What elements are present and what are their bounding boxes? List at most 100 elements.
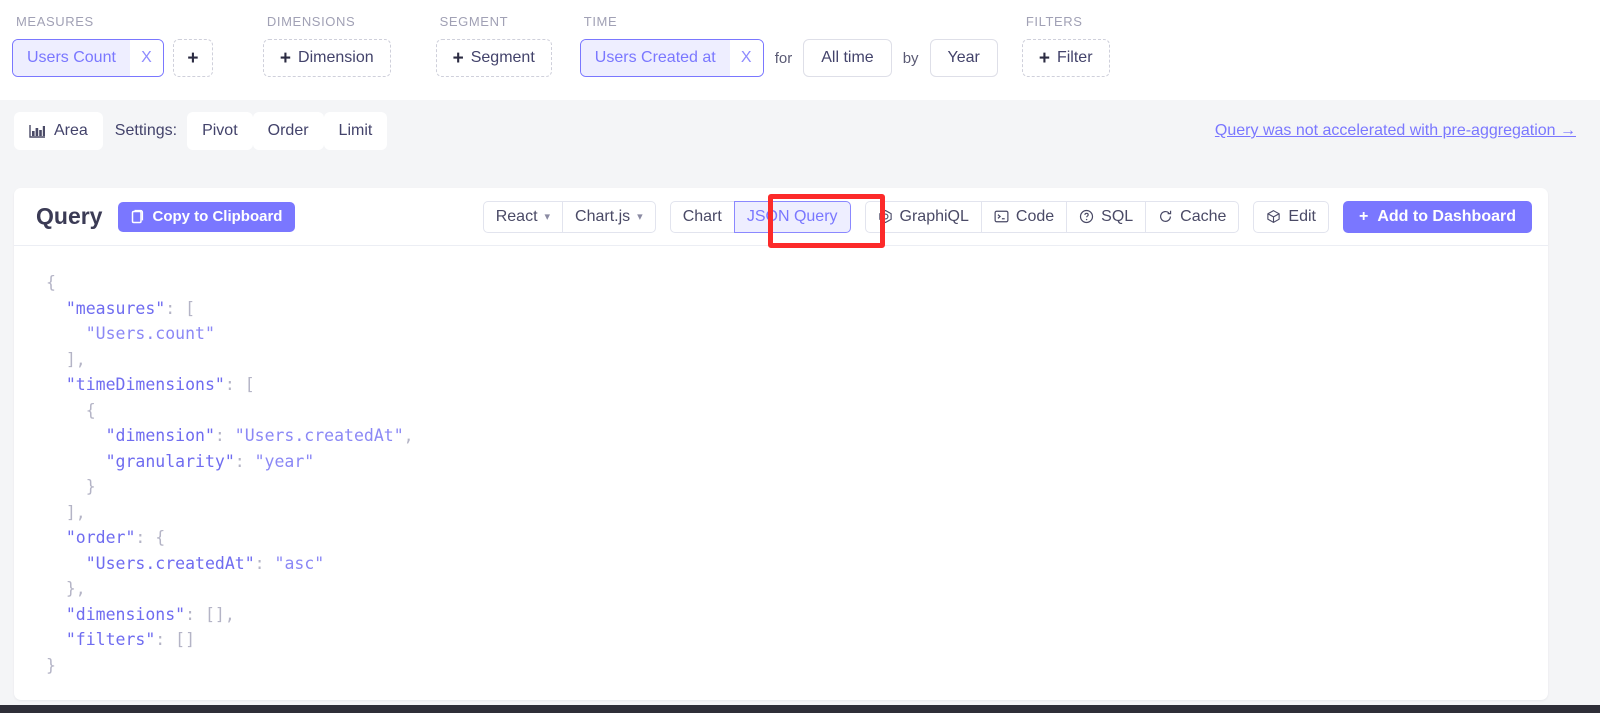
- time-pill-label: Users Created at: [580, 40, 730, 76]
- measures-label: MEASURES: [16, 14, 94, 29]
- dimensions-group: DIMENSIONS + Dimension: [262, 14, 391, 77]
- code-line: },: [46, 579, 86, 598]
- tool-tabs: GraphiQL Code SQL Cache: [864, 200, 1240, 233]
- graphiql-icon: [878, 209, 893, 224]
- code-line: "measures": [: [65, 298, 196, 318]
- charting-library-select[interactable]: Chart.js ▾: [562, 200, 656, 233]
- code-line: {: [46, 273, 56, 292]
- chart-type-button[interactable]: Area: [14, 112, 103, 150]
- add-segment-button[interactable]: + Segment: [435, 39, 552, 77]
- plus-icon: +: [1038, 47, 1050, 69]
- pivot-button[interactable]: Pivot: [187, 112, 253, 150]
- copy-button-label: Copy to Clipboard: [152, 208, 283, 225]
- framework-label: React: [495, 207, 538, 225]
- tab-json-query-label: JSON Query: [746, 207, 838, 225]
- tab-json-query[interactable]: JSON Query: [733, 200, 851, 233]
- granularity-label: Year: [947, 49, 980, 66]
- filters-label: FILTERS: [1025, 14, 1083, 29]
- chevron-down-icon: ▾: [637, 211, 643, 223]
- framework-charting-group: React ▾ Chart.js ▾: [482, 200, 656, 233]
- plus-icon: +: [279, 47, 292, 69]
- add-dimension-button[interactable]: + Dimension: [262, 39, 391, 77]
- pivot-label: Pivot: [202, 122, 238, 139]
- tab-cache-label: Cache: [1180, 207, 1227, 225]
- time-label: TIME: [583, 14, 618, 29]
- view-tabs: Chart JSON Query: [669, 200, 851, 233]
- time-pill-remove-icon[interactable]: X: [729, 40, 763, 76]
- tab-chart-label: Chart: [682, 207, 722, 225]
- code-line: "order": {: [65, 528, 166, 547]
- limit-label: Limit: [338, 122, 373, 139]
- code-line: "Users.count": [85, 324, 215, 343]
- chart-type-label: Area: [54, 122, 88, 139]
- refresh-icon: [1158, 209, 1173, 224]
- measure-pill-remove-icon[interactable]: X: [129, 40, 163, 76]
- plus-icon: +: [452, 47, 464, 69]
- plus-icon: +: [1358, 207, 1369, 225]
- segment-group: SEGMENT + Segment: [435, 14, 552, 77]
- bar-chart-icon: [29, 124, 46, 139]
- copy-to-clipboard-button[interactable]: Copy to Clipboard: [118, 201, 296, 232]
- time-range-select[interactable]: All time: [803, 39, 892, 77]
- query-card-toolbar: React ▾ Chart.js ▾ Chart JSON Query Grap…: [482, 200, 1532, 233]
- query-card: Query Copy to Clipboard React ▾ Chart.js…: [14, 188, 1548, 700]
- tab-code[interactable]: Code: [980, 200, 1068, 233]
- time-range-label: All time: [821, 49, 874, 66]
- edit-button[interactable]: Edit: [1253, 200, 1329, 233]
- code-line: }: [46, 477, 96, 496]
- cube-icon: [1266, 209, 1281, 224]
- code-line: "timeDimensions": [: [65, 375, 255, 394]
- add-dimension-label: Dimension: [298, 49, 374, 66]
- chevron-down-icon: ▾: [544, 211, 551, 223]
- json-query-code-block[interactable]: { "measures": [ "Users.count" ], "timeDi…: [14, 246, 1548, 678]
- tab-code-label: Code: [1015, 207, 1055, 225]
- add-filter-label: Filter: [1056, 49, 1093, 66]
- filters-group: FILTERS + Filter: [1021, 14, 1110, 77]
- time-dimension-pill[interactable]: Users Created at X: [579, 39, 764, 77]
- edit-label: Edit: [1288, 207, 1316, 225]
- code-line: "dimensions": [],: [65, 604, 235, 624]
- code-line: "dimension": "Users.createdAt",: [105, 426, 414, 445]
- add-to-dashboard-button[interactable]: + Add to Dashboard: [1342, 200, 1532, 233]
- page-title: Query: [36, 203, 103, 229]
- measure-pill-label: Users Count: [13, 40, 130, 76]
- chart-settings-row: Area Settings: Pivot Order Limit Query w…: [0, 100, 1600, 162]
- code-line: "granularity": "year": [105, 451, 315, 471]
- horizontal-scrollbar[interactable]: [0, 705, 1600, 713]
- measure-pill-users-count[interactable]: Users Count X: [12, 39, 164, 77]
- code-line: {: [46, 400, 96, 420]
- code-line: ],: [46, 349, 86, 369]
- clipboard-icon: [131, 209, 144, 224]
- tab-cache[interactable]: Cache: [1145, 200, 1240, 233]
- plus-icon: +: [187, 47, 199, 69]
- code-line: ],: [46, 502, 86, 522]
- add-to-dashboard-label: Add to Dashboard: [1377, 207, 1516, 225]
- tab-sql[interactable]: SQL: [1066, 200, 1147, 233]
- granularity-select[interactable]: Year: [929, 39, 998, 77]
- time-group: TIME Users Created at X for All time by …: [579, 14, 998, 77]
- dimensions-label: DIMENSIONS: [266, 14, 356, 29]
- add-measure-button[interactable]: +: [172, 39, 213, 77]
- tab-graphiql-label: GraphiQL: [899, 207, 969, 225]
- code-line: "Users.createdAt": "asc": [85, 553, 325, 573]
- order-button[interactable]: Order: [252, 112, 324, 150]
- charting-library-label: Chart.js: [575, 207, 631, 225]
- tab-chart[interactable]: Chart: [669, 200, 735, 233]
- tab-graphiql[interactable]: GraphiQL: [864, 200, 982, 233]
- question-circle-icon: [1079, 209, 1094, 224]
- edit-group: Edit: [1253, 200, 1329, 233]
- framework-select[interactable]: React ▾: [482, 200, 564, 233]
- by-word: by: [902, 49, 919, 67]
- measures-group: MEASURES Users Count X +: [12, 14, 213, 77]
- limit-button[interactable]: Limit: [323, 112, 388, 150]
- segment-label: SEGMENT: [439, 14, 509, 29]
- settings-label: Settings:: [114, 122, 178, 139]
- for-word: for: [774, 49, 793, 67]
- pre-aggregation-notice-link[interactable]: Query was not accelerated with pre-aggre…: [1215, 122, 1576, 140]
- page-root: MEASURES Users Count X + DIMENSIONS + Di…: [0, 0, 1600, 713]
- query-builder-bar: MEASURES Users Count X + DIMENSIONS + Di…: [0, 0, 1600, 100]
- add-filter-button[interactable]: + Filter: [1021, 39, 1110, 77]
- terminal-icon: [994, 209, 1009, 224]
- add-segment-label: Segment: [470, 49, 535, 66]
- query-card-header: Query Copy to Clipboard React ▾ Chart.js…: [14, 188, 1548, 246]
